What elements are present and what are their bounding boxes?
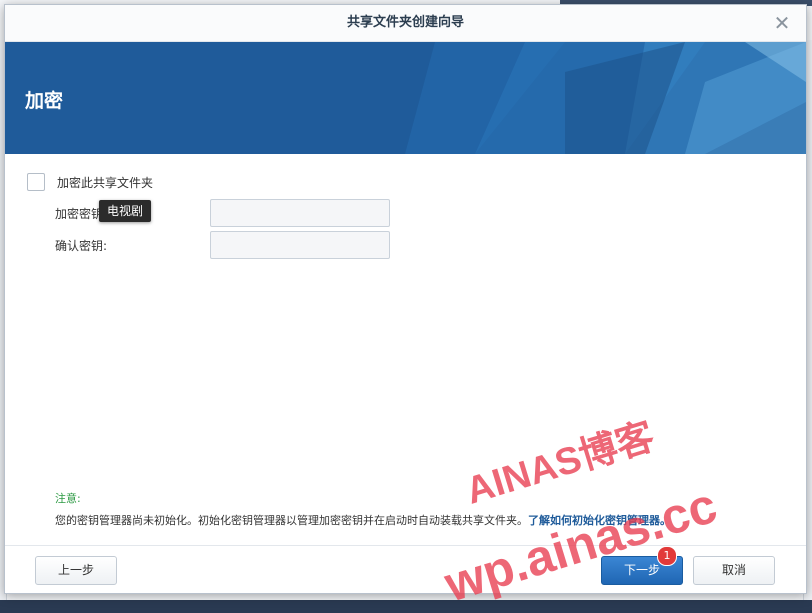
tooltip: 电视剧 <box>99 200 152 222</box>
dialog-title: 共享文件夹创建向导 <box>346 15 464 30</box>
banner-title: 加密 <box>25 90 64 112</box>
encrypt-checkbox[interactable] <box>27 173 45 191</box>
confirm-key-input[interactable] <box>210 231 390 259</box>
cancel-button[interactable]: 取消 <box>693 556 775 585</box>
prev-button[interactable]: 上一步 <box>35 556 117 585</box>
key-manager-note: 注意: 您的密钥管理器尚未初始化。初始化密钥管理器以管理加密密钥并在启动时自动装… <box>55 490 775 528</box>
note-title: 注意: <box>55 492 81 505</box>
confirm-key-label: 确认密钥: <box>55 239 108 253</box>
dialog-content: 加密此共享文件夹 加密密钥: 确认密钥: 电视剧 注意: 您的密钥管理器尚未初始… <box>5 154 806 546</box>
banner-graphic <box>5 42 806 154</box>
step-banner: 加密 <box>5 42 806 154</box>
dialog-titlebar: 共享文件夹创建向导 ✕ <box>5 5 806 42</box>
encryption-key-input[interactable] <box>210 199 390 227</box>
encrypt-checkbox-label: 加密此共享文件夹 <box>57 175 154 190</box>
shared-folder-wizard-dialog: 共享文件夹创建向导 ✕ 加密 加密此共享文件夹 加密密钥: 确认密钥: 电视剧 … <box>4 4 807 594</box>
key-manager-help-link[interactable]: 了解如何初始化密钥管理器。 <box>528 514 671 527</box>
close-icon[interactable]: ✕ <box>770 5 794 41</box>
notification-badge: 1 <box>657 546 677 566</box>
note-text: 您的密钥管理器尚未初始化。初始化密钥管理器以管理加密密钥并在启动时自动装载共享文… <box>55 514 528 527</box>
dialog-footer: 上一步 下一步 1 取消 <box>5 545 806 593</box>
note-body: 您的密钥管理器尚未初始化。初始化密钥管理器以管理加密密钥并在启动时自动装载共享文… <box>55 512 775 528</box>
encrypt-option[interactable]: 加密此共享文件夹 <box>27 172 153 192</box>
